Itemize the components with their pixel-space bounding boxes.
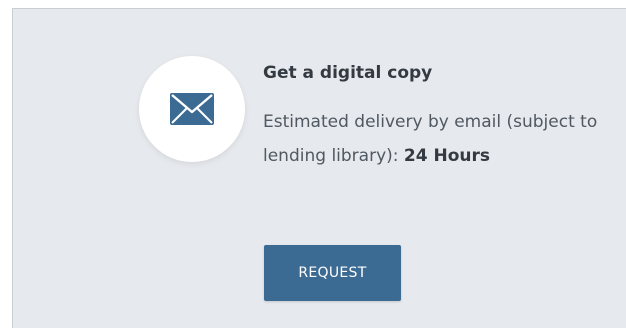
description-line1: Estimated delivery by email (subject to: [263, 112, 598, 132]
delivery-time: 24 Hours: [403, 146, 490, 166]
description-line2-prefix: lending library):: [263, 146, 399, 166]
delivery-description: Estimated delivery by email (subject to …: [263, 105, 626, 173]
request-button[interactable]: REQUEST: [264, 245, 401, 301]
envelope-icon: [169, 92, 215, 126]
digital-copy-panel: Get a digital copy Estimated delivery by…: [12, 8, 626, 328]
envelope-icon-circle: [139, 56, 245, 162]
card-title: Get a digital copy: [263, 63, 433, 83]
